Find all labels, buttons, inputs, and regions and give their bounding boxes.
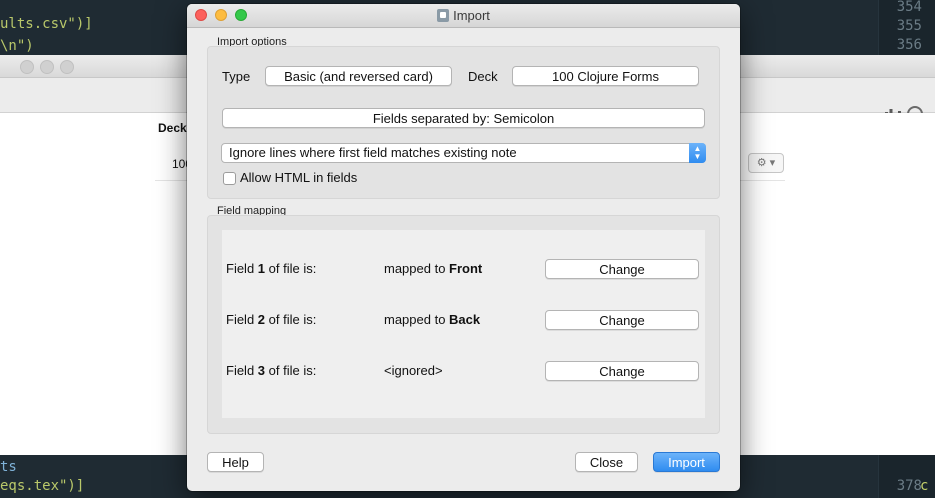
deck-label: Deck [468, 69, 498, 84]
line-number: 378 [896, 478, 922, 494]
gear-dropdown-icon[interactable]: ⚙ ▾ [748, 153, 784, 173]
inactive-zoom-button[interactable] [60, 60, 74, 74]
close-button[interactable]: Close [575, 452, 638, 472]
change-field-2-button[interactable]: Change [545, 310, 699, 330]
field-3-label: Field 3 of file is: [226, 363, 317, 378]
dialog-title-text: Import [453, 8, 490, 23]
code-line: \n") [0, 38, 34, 54]
import-button[interactable]: Import [653, 452, 720, 472]
change-field-1-button[interactable]: Change [545, 259, 699, 279]
code-line: c [920, 478, 929, 494]
field-3-mapping: <ignored> [384, 363, 443, 378]
field-2-mapping: mapped to Back [384, 312, 481, 327]
change-field-3-button[interactable]: Change [545, 361, 699, 381]
deck-select-button[interactable]: 100 Clojure Forms [512, 66, 699, 86]
field-separator-button[interactable]: Fields separated by: Semicolon [222, 108, 705, 128]
help-button[interactable]: Help [207, 452, 264, 472]
code-line: ts [0, 459, 17, 475]
allow-html-checkbox[interactable] [223, 172, 236, 185]
anki-app-icon [437, 9, 450, 22]
dialog-titlebar: Import [187, 4, 740, 28]
type-label: Type [222, 69, 251, 84]
line-number: 354 [896, 0, 922, 15]
line-number: 356 [896, 37, 922, 53]
import-dialog: Import Import options Type Basic (and re… [187, 4, 740, 491]
note-type-button[interactable]: Basic (and reversed card) [265, 66, 452, 86]
duplicate-handling-select[interactable]: Ignore lines where first field matches e… [221, 143, 706, 163]
field-2-label: Field 2 of file is: [226, 312, 317, 327]
line-number: 355 [896, 18, 922, 34]
chevron-up-down-icon[interactable]: ▲ ▼ [689, 143, 706, 163]
deck-column-header: Deck [158, 121, 187, 135]
inactive-close-button[interactable] [20, 60, 34, 74]
dialog-title: Import [187, 8, 740, 23]
code-line: eqs.tex")] [0, 478, 85, 494]
field-1-label: Field 1 of file is: [226, 261, 317, 276]
duplicate-handling-value: Ignore lines where first field matches e… [229, 145, 517, 160]
allow-html-label: Allow HTML in fields [240, 170, 358, 185]
field-1-mapping: mapped to Front [384, 261, 483, 276]
code-line: ults.csv")] [0, 16, 93, 32]
inactive-minimize-button[interactable] [40, 60, 54, 74]
